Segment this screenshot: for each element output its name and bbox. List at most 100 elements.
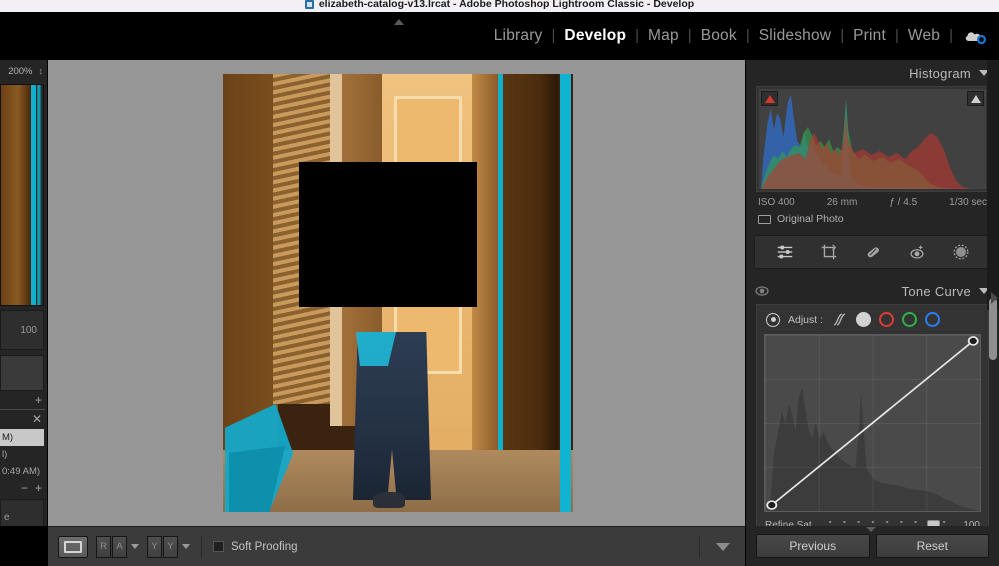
targeted-adjustment-icon[interactable]: [766, 312, 780, 327]
module-picker: Library | Develop | Map | Book | Slidesh…: [485, 12, 993, 60]
module-bar: Library | Develop | Map | Book | Slidesh…: [0, 12, 999, 60]
tone-curve-panel-header[interactable]: Tone Curve: [746, 278, 999, 304]
photo-preview[interactable]: [223, 74, 573, 512]
red-eye-icon[interactable]: [906, 241, 928, 263]
toolbar-divider: [201, 535, 202, 558]
refine-saturation-slider[interactable]: [821, 519, 949, 526]
left-panel-clear-row[interactable]: ✕: [0, 410, 47, 427]
compare-label-a: A: [112, 535, 127, 558]
highlight-clipping-icon[interactable]: [967, 91, 984, 106]
compare-view-button[interactable]: R A: [96, 535, 127, 558]
channel-green[interactable]: [902, 312, 918, 327]
chevron-down-icon: [716, 542, 730, 551]
image-canvas[interactable]: [48, 60, 745, 526]
navigator-preview[interactable]: [0, 84, 44, 306]
metadata-shutter-speed: 1/30 sec: [949, 197, 987, 208]
history-list: M) l) 0:49 AM): [0, 429, 44, 480]
left-panel-value-block: 100: [0, 310, 44, 350]
left-panel-add-row[interactable]: +: [0, 391, 47, 408]
left-panel-bottom-label: e: [4, 511, 10, 523]
masking-icon[interactable]: [774, 241, 796, 263]
minus-icon[interactable]: −: [21, 482, 28, 494]
module-book[interactable]: Book: [692, 12, 746, 60]
develop-footer: Previous Reset: [746, 526, 999, 566]
tone-curve-grid: [765, 335, 980, 511]
compare-label-r: R: [96, 535, 111, 558]
chevron-down-icon[interactable]: [131, 544, 139, 549]
right-panel-edge-toggle[interactable]: [991, 292, 998, 304]
window-title: elizabeth-catalog-v13.lrcat - Adobe Phot…: [318, 0, 695, 10]
develop-toolbar: R A Y Y Soft Proofing: [48, 526, 745, 566]
channel-red[interactable]: [879, 312, 895, 327]
refine-saturation-row: Refine Sat. 100: [764, 512, 981, 526]
point-curve-icon[interactable]: [831, 312, 848, 327]
channel-blue[interactable]: [925, 312, 941, 327]
history-item[interactable]: 0:49 AM): [0, 463, 44, 480]
histogram-frame: [756, 86, 989, 192]
cloud-sync-icon[interactable]: [963, 26, 987, 46]
left-panel-plusminus-row: − +: [0, 480, 47, 496]
metadata-aperture: ƒ / 4.5: [889, 197, 918, 208]
original-photo-icon: [758, 214, 771, 224]
healing-brush-icon[interactable]: [862, 241, 884, 263]
histogram-graph[interactable]: [759, 89, 986, 189]
histogram-panel-title: Histogram: [909, 65, 971, 81]
survey-label-y2: Y: [163, 535, 178, 558]
module-print[interactable]: Print: [844, 12, 895, 60]
toolbar-divider: [699, 535, 700, 558]
module-separator: |: [949, 27, 953, 44]
navigator-preview-image: [1, 85, 43, 305]
history-item[interactable]: l): [0, 446, 44, 463]
vertical-scrollbar[interactable]: [989, 298, 997, 360]
shadow-clipping-icon[interactable]: [761, 91, 778, 106]
crop-overlay-icon[interactable]: [818, 241, 840, 263]
plus-icon[interactable]: +: [35, 394, 42, 406]
left-panel-value: 100: [20, 324, 37, 336]
left-panel-section: [0, 355, 44, 391]
histogram-metadata: ISO 400 26 mm ƒ / 4.5 1/30 sec: [746, 192, 999, 210]
chevron-down-icon[interactable]: [182, 544, 190, 549]
develop-tool-strip: [754, 235, 991, 269]
radial-gradient-icon[interactable]: [950, 241, 972, 263]
os-title-bar: elizabeth-catalog-v13.lrcat - Adobe Phot…: [0, 0, 999, 12]
tone-curve-graph[interactable]: [764, 334, 981, 512]
module-develop[interactable]: Develop: [555, 12, 635, 60]
toolbar-toggle-button[interactable]: [711, 535, 735, 559]
before-after-view-button[interactable]: Y Y: [147, 535, 178, 558]
tone-curve-body: Adjust : Refine Sat. 100: [756, 304, 989, 526]
triangle-down-icon[interactable]: [866, 527, 876, 532]
navigator-zoom-level[interactable]: 200%: [8, 66, 32, 77]
black-redaction-box: [299, 162, 477, 307]
updown-stepper-icon[interactable]: ↕: [39, 67, 44, 76]
module-library[interactable]: Library: [485, 12, 552, 60]
right-panel: Histogram ISO 400 26 mm ƒ / 4.5 1/30 sec: [746, 60, 999, 526]
navigator-clip-strip: [31, 85, 36, 305]
metadata-iso: ISO 400: [758, 197, 795, 208]
module-web[interactable]: Web: [899, 12, 949, 60]
reset-button[interactable]: Reset: [875, 534, 989, 558]
tone-curve-adjust-row: Adjust :: [764, 311, 981, 334]
channel-rgb[interactable]: [856, 312, 872, 327]
loupe-view-icon: [64, 540, 82, 553]
toolbar-right-group: [688, 535, 735, 559]
navigator-header: 200% ↕: [0, 60, 47, 82]
close-x-icon[interactable]: ✕: [32, 413, 42, 425]
soft-proofing-label[interactable]: Soft Proofing: [231, 541, 297, 553]
loupe-view-button[interactable]: [58, 535, 88, 558]
survey-label-y1: Y: [147, 535, 162, 558]
previous-button[interactable]: Previous: [756, 534, 870, 558]
metadata-focal-length: 26 mm: [826, 197, 858, 208]
triangle-up-icon: [394, 19, 404, 25]
right-panel-scroll-gutter: [987, 60, 999, 310]
adjust-label: Adjust :: [788, 313, 824, 326]
original-photo-row[interactable]: Original Photo: [746, 210, 999, 231]
plus-icon[interactable]: +: [35, 482, 42, 494]
panel-visibility-eye-icon[interactable]: [754, 284, 770, 298]
histogram-panel-header[interactable]: Histogram: [746, 60, 999, 86]
module-slideshow[interactable]: Slideshow: [750, 12, 840, 60]
top-panel-collapse-toggle[interactable]: [392, 17, 406, 27]
soft-proofing-checkbox[interactable]: [213, 541, 224, 552]
left-panel-bottom-block: e: [0, 499, 44, 526]
module-map[interactable]: Map: [639, 12, 688, 60]
history-item[interactable]: M): [0, 429, 44, 446]
